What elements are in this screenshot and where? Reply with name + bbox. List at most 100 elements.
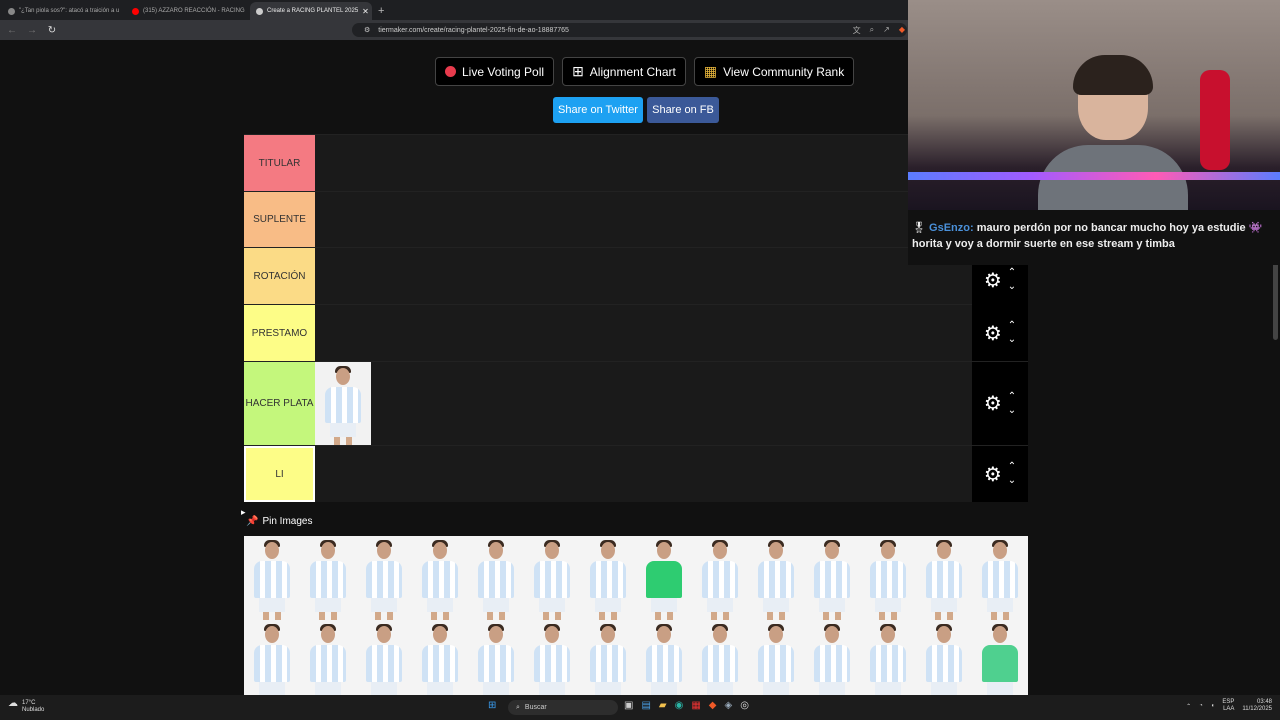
gear-icon[interactable]: ⚙ <box>984 321 1002 346</box>
close-icon[interactable]: ✕ <box>362 7 369 16</box>
player-card[interactable] <box>412 620 468 695</box>
task-view-icon[interactable]: ▣ <box>624 700 633 711</box>
player-card[interactable] <box>636 620 692 695</box>
player-card[interactable] <box>748 620 804 695</box>
player-card[interactable] <box>300 620 356 695</box>
player-card[interactable] <box>972 536 1028 620</box>
player-card[interactable] <box>356 536 412 620</box>
player-card[interactable] <box>524 620 580 695</box>
alignment-chart-button[interactable]: ⊞ Alignment Chart <box>562 57 686 86</box>
close-icon[interactable]: ✕ <box>123 7 124 16</box>
back-icon[interactable]: ← <box>4 25 20 36</box>
url-field[interactable]: ⚙ tiermaker.com/create/racing-plantel-20… <box>352 23 907 37</box>
store-icon[interactable]: ▤ <box>641 700 650 711</box>
tier-label-editing[interactable]: LI <box>244 446 315 502</box>
player-card[interactable] <box>244 620 300 695</box>
share-fb-button[interactable]: Share on FB <box>647 97 719 123</box>
language[interactable]: ESP <box>1222 699 1234 705</box>
address-actions: 文 ⌕ ↗ ◆ <box>853 25 905 36</box>
brave-shield-icon[interactable]: ◆ <box>899 25 905 36</box>
forward-icon[interactable]: → <box>24 25 40 36</box>
led-strip <box>908 172 1280 180</box>
edge-icon[interactable]: ◉ <box>675 700 684 711</box>
share-twitter-button[interactable]: Share on Twitter <box>553 97 643 123</box>
chevron-down-icon[interactable]: ⌄ <box>1008 333 1016 347</box>
player-card[interactable] <box>468 620 524 695</box>
live-voting-button[interactable]: Live Voting Poll <box>435 57 555 86</box>
tab-youtube[interactable]: (315) AZZARO REACCIÓN - RACING ✕ <box>126 2 248 20</box>
player-card[interactable] <box>692 536 748 620</box>
player-card[interactable] <box>468 536 524 620</box>
player-card[interactable] <box>315 362 371 445</box>
gear-icon[interactable]: ⚙ <box>984 462 1002 487</box>
tab-title: "¿Tan piola sos?": atacó a traición a u <box>19 8 120 14</box>
community-rank-button[interactable]: ▦ View Community Rank <box>693 57 855 86</box>
rank-grid-icon: ▦ <box>703 63 718 79</box>
mouse-cursor-icon: ▸ <box>241 507 246 517</box>
volume-icon[interactable]: ◖ <box>1211 703 1215 709</box>
player-card[interactable] <box>524 536 580 620</box>
chevron-up-icon[interactable]: ⌃ <box>1008 266 1016 280</box>
chevron-up-icon[interactable]: ⌃ <box>1186 703 1191 710</box>
zoom-icon[interactable]: ⌕ <box>870 25 874 36</box>
windows-start-icon[interactable]: ⊞ <box>488 700 496 711</box>
player-card[interactable] <box>580 536 636 620</box>
favicon-icon <box>8 7 15 15</box>
player-card[interactable] <box>300 536 356 620</box>
steam-icon[interactable]: ◈ <box>725 700 733 711</box>
tier-row: PRESTAMO ⚙ ⌃ ⌄ <box>244 304 1028 361</box>
site-info-icon[interactable]: ⚙ <box>364 26 370 34</box>
chevron-up-icon[interactable]: ⌃ <box>1008 460 1016 474</box>
tier-label[interactable]: HACER PLATA <box>244 362 315 445</box>
chevron-down-icon[interactable]: ⌄ <box>1008 280 1016 294</box>
obs-icon[interactable]: ◎ <box>740 700 749 711</box>
player-card[interactable] <box>748 536 804 620</box>
tier-label[interactable]: SUPLENTE <box>244 192 315 247</box>
folder-icon[interactable]: ▰ <box>659 700 667 711</box>
streamer <box>1038 55 1188 210</box>
chat-overlay: 🎖 GsEnzo: mauro perdón por no bancar muc… <box>908 210 1280 265</box>
player-card[interactable] <box>804 536 860 620</box>
player-card[interactable] <box>972 620 1028 695</box>
tier-items[interactable] <box>315 305 1028 361</box>
player-card[interactable] <box>692 620 748 695</box>
tier-items[interactable] <box>315 362 1028 445</box>
player-card[interactable] <box>860 620 916 695</box>
share-icon[interactable]: ↗ <box>883 25 890 36</box>
temperature: 17°C <box>22 700 36 706</box>
pin-icon: 📌 <box>246 516 259 527</box>
player-card[interactable] <box>916 620 972 695</box>
taskbar-search[interactable]: ⌕ Buscar <box>508 700 618 715</box>
player-card[interactable] <box>860 536 916 620</box>
chevron-down-icon[interactable]: ⌄ <box>1008 474 1016 488</box>
reload-icon[interactable]: ↻ <box>44 25 60 36</box>
tier-items[interactable] <box>315 446 1028 502</box>
player-card[interactable] <box>244 536 300 620</box>
translate-icon[interactable]: 文 <box>853 25 861 36</box>
tier-label[interactable]: PRESTAMO <box>244 305 315 361</box>
gear-icon[interactable]: ⚙ <box>984 268 1002 293</box>
player-card[interactable] <box>916 536 972 620</box>
player-card[interactable] <box>804 620 860 695</box>
clock-time[interactable]: 03:48 <box>1257 699 1272 705</box>
new-tab-icon[interactable]: + <box>378 5 384 17</box>
grid-icon: ⊞ <box>572 63 584 79</box>
calendar-icon[interactable]: ▦ <box>691 700 700 711</box>
brave-icon[interactable]: ◆ <box>709 700 717 711</box>
tier-label[interactable]: ROTACIÓN <box>244 248 315 304</box>
chevron-up-icon[interactable]: ⌃ <box>1008 390 1016 404</box>
clock-date: 11/12/2025 <box>1242 706 1272 712</box>
tab-tiermaker[interactable]: Create a RACING PLANTEL 2025 ✕ <box>250 2 372 20</box>
gear-icon[interactable]: ⚙ <box>984 391 1002 416</box>
tab-news[interactable]: "¿Tan piola sos?": atacó a traición a u … <box>2 2 124 20</box>
chevron-down-icon[interactable]: ⌄ <box>1008 404 1016 418</box>
wifi-icon[interactable]: ◔ <box>1199 703 1203 709</box>
player-card[interactable] <box>412 536 468 620</box>
player-card[interactable] <box>356 620 412 695</box>
chevron-up-icon[interactable]: ⌃ <box>1008 319 1016 333</box>
player-card[interactable] <box>636 536 692 620</box>
tier-label[interactable]: TITULAR <box>244 135 315 191</box>
pin-images-toggle[interactable]: 📌 Pin Images <box>246 516 312 527</box>
player-card[interactable] <box>580 620 636 695</box>
weather-widget[interactable]: ☁ 17°C Nublado <box>8 699 44 714</box>
